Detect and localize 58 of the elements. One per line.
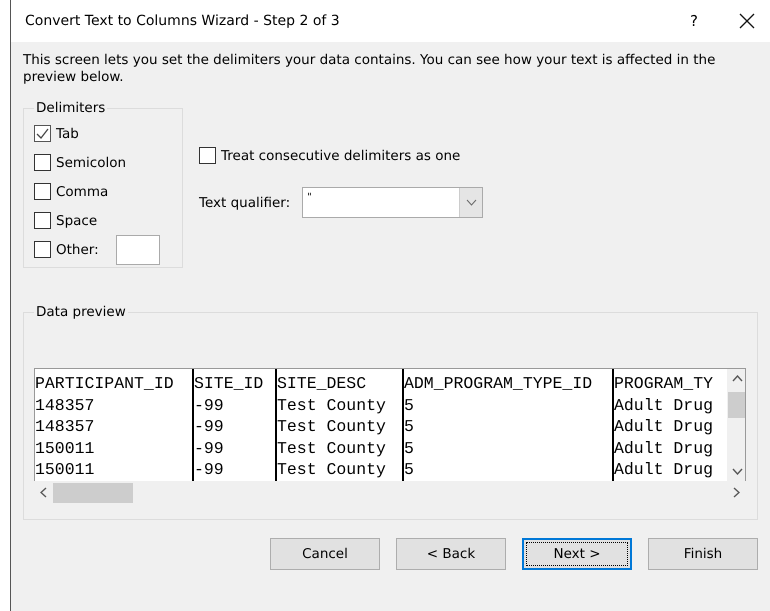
- dialog-button[interactable]: Cancel: [270, 538, 380, 570]
- dialog-button[interactable]: < Back: [396, 538, 506, 570]
- table-cell-text: Test County: [277, 459, 387, 480]
- table-cell-text: Adult Drug: [614, 438, 714, 459]
- table-cell-text: 148357: [35, 394, 96, 416]
- other-delimiter-field[interactable]: [116, 234, 160, 264]
- chevron-up-icon[interactable]: [732, 375, 742, 382]
- scroll-thumb[interactable]: [53, 482, 133, 502]
- table-cell-text: Test County: [277, 416, 387, 438]
- column-header: SITE_ID: [194, 373, 264, 394]
- checkbox-label[interactable]: Treat consecutive delimiters as one: [221, 148, 460, 164]
- table-cell-text: 5: [404, 459, 415, 480]
- checkbox-label[interactable]: Other:: [56, 242, 99, 258]
- table-cell-text: 150011: [35, 459, 96, 480]
- group-title: Data preview: [35, 304, 127, 320]
- checkbox[interactable]: [34, 183, 51, 200]
- dialog-button[interactable]: Finish: [648, 538, 758, 570]
- table-cell-text: -99: [194, 394, 225, 416]
- checkbox-label[interactable]: Semicolon: [56, 154, 126, 170]
- close-icon[interactable]: [739, 13, 755, 29]
- dialog-button[interactable]: Next >: [522, 538, 632, 570]
- column-header: ADM_PROGRAM_TYPE_ID: [404, 373, 594, 394]
- column-header: PARTICIPANT_ID: [35, 373, 175, 394]
- checkbox[interactable]: [34, 125, 51, 142]
- checkbox[interactable]: [34, 154, 51, 171]
- table-cell-text: 5: [404, 438, 415, 459]
- chevron-right-icon[interactable]: [733, 487, 740, 498]
- column-header: PROGRAM_TY: [614, 373, 714, 394]
- table-cell-text: Adult Drug: [614, 459, 714, 480]
- table-cell-text: Adult Drug: [614, 394, 714, 416]
- table-cell-text: Test County: [277, 394, 387, 416]
- text-qualifier-dropdown[interactable]: ": [302, 187, 484, 218]
- scroll-thumb[interactable]: [728, 392, 745, 418]
- checkbox[interactable]: [34, 241, 51, 258]
- chevron-down-icon: [466, 199, 477, 206]
- table-cell-text: 150011: [35, 438, 96, 459]
- table-cell-text: Test County: [277, 438, 387, 459]
- help-button[interactable]: ?: [664, 12, 724, 30]
- checkbox-label[interactable]: Comma: [56, 184, 108, 200]
- table-cell-text: 5: [404, 416, 415, 438]
- table-cell-text: 5: [404, 394, 415, 416]
- table-cell-text: Adult Drug: [614, 416, 714, 438]
- window-title: Convert Text to Columns Wizard - Step 2 of 3: [25, 13, 341, 29]
- table-cell-text: 148357: [35, 416, 96, 438]
- chevron-left-icon[interactable]: [40, 487, 47, 498]
- checkbox-label[interactable]: Space: [56, 212, 98, 228]
- chevron-down-icon[interactable]: [732, 468, 742, 475]
- checkbox[interactable]: [199, 147, 216, 164]
- vertical-scrollbar[interactable]: [727, 369, 745, 481]
- table-cell-text: -99: [194, 459, 225, 480]
- table-cell-text: -99: [194, 438, 225, 459]
- checkbox-label[interactable]: Tab: [56, 126, 79, 142]
- checkbox[interactable]: [34, 212, 51, 229]
- instructions-text: This screen lets you set the delimiters your data contains. You can see how your text is affected in the preview below.: [23, 52, 716, 86]
- field-label: Text qualifier:: [199, 194, 290, 210]
- group-title: Delimiters: [35, 100, 106, 116]
- table-cell-text: -99: [194, 416, 225, 438]
- column-header: SITE_DESC: [277, 373, 368, 394]
